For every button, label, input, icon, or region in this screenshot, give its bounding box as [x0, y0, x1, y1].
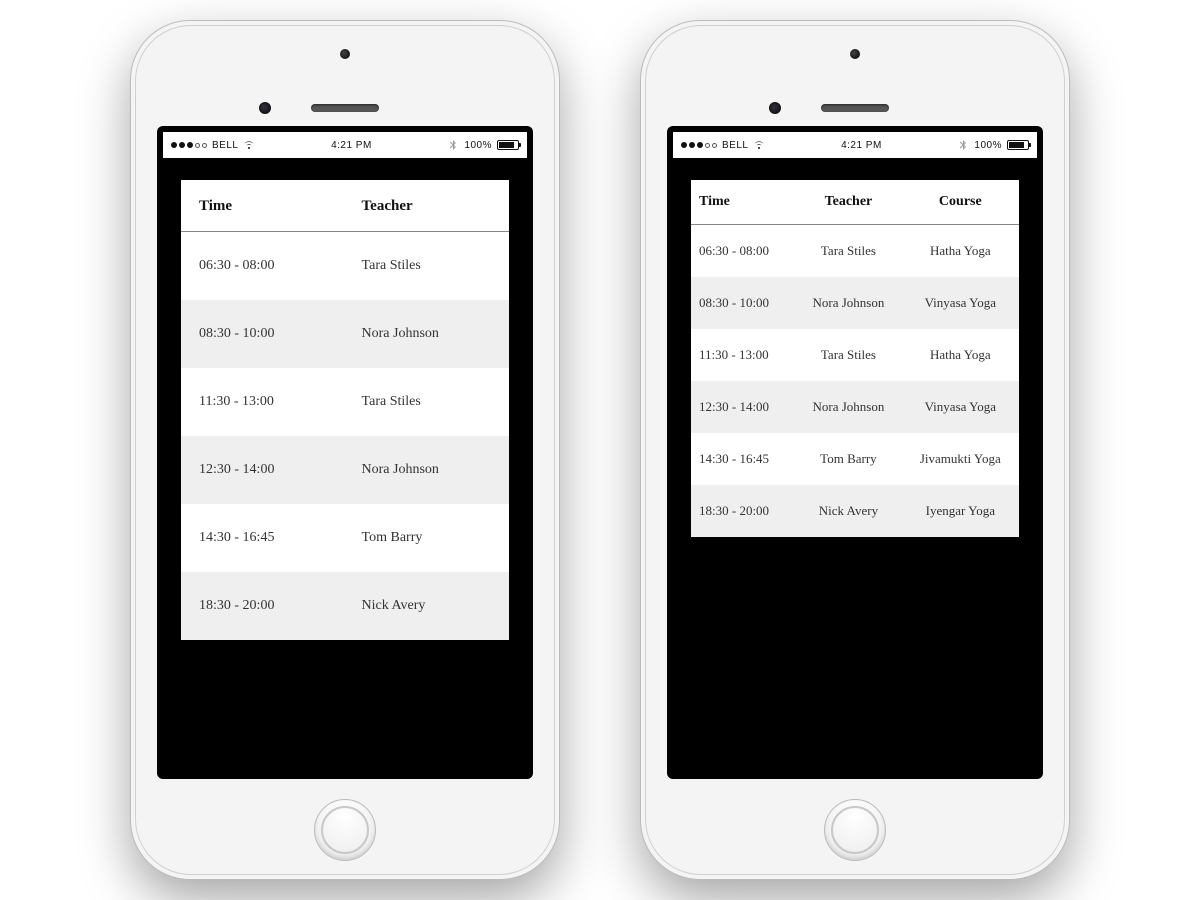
cell-course: Vinyasa Yoga [902, 277, 1019, 329]
signal-dots-icon [171, 142, 207, 148]
cell-time: 06:30 - 08:00 [691, 225, 795, 278]
cell-course: Hatha Yoga [902, 225, 1019, 278]
status-time: 4:21 PM [841, 140, 882, 151]
app-content: Time Teacher 06:30 - 08:00 Tara Stiles [163, 158, 527, 773]
table-row[interactable]: 11:30 - 13:00 Tara Stiles Hatha Yoga [691, 329, 1019, 381]
home-button[interactable] [824, 799, 886, 861]
cell-course: Hatha Yoga [902, 329, 1019, 381]
cell-teacher: Tara Stiles [795, 225, 901, 278]
schedule-table-card: Time Teacher Course 06:30 - 08:00 Tara S… [691, 180, 1019, 537]
table-row[interactable]: 08:30 - 10:00 Nora Johnson [181, 300, 509, 368]
table-row[interactable]: 14:30 - 16:45 Tom Barry [181, 504, 509, 572]
status-bar: BELL 4:21 PM 100% [163, 132, 527, 158]
status-time: 4:21 PM [331, 140, 372, 151]
cell-time: 11:30 - 13:00 [691, 329, 795, 381]
cell-teacher: Tara Stiles [795, 329, 901, 381]
carrier-label: BELL [212, 140, 238, 151]
schedule-table: Time Teacher 06:30 - 08:00 Tara Stiles [181, 180, 509, 640]
cell-teacher: Nora Johnson [344, 436, 509, 504]
table-row[interactable]: 06:30 - 08:00 Tara Stiles Hatha Yoga [691, 225, 1019, 278]
proximity-sensor [850, 49, 860, 59]
signal-dots-icon [681, 142, 717, 148]
cell-time: 06:30 - 08:00 [181, 232, 344, 301]
cell-time: 12:30 - 14:00 [691, 381, 795, 433]
cell-time: 18:30 - 20:00 [691, 485, 795, 537]
front-camera [259, 102, 271, 114]
table-row[interactable]: 06:30 - 08:00 Tara Stiles [181, 232, 509, 301]
table-header-row: Time Teacher Course [691, 180, 1019, 225]
cell-course: Vinyasa Yoga [902, 381, 1019, 433]
schedule-table-card: Time Teacher 06:30 - 08:00 Tara Stiles [181, 180, 509, 640]
battery-icon [1007, 140, 1029, 150]
carrier-label: BELL [722, 140, 748, 151]
phone-mockup-left: BELL 4:21 PM 100% [130, 20, 560, 880]
wifi-icon [753, 139, 765, 151]
cell-time: 08:30 - 10:00 [181, 300, 344, 368]
cell-time: 14:30 - 16:45 [691, 433, 795, 485]
cell-teacher: Tom Barry [795, 433, 901, 485]
phone-mockup-right: BELL 4:21 PM 100% [640, 20, 1070, 880]
cell-teacher: Tara Stiles [344, 368, 509, 436]
table-row[interactable]: 18:30 - 20:00 Nick Avery [181, 572, 509, 640]
home-button[interactable] [314, 799, 376, 861]
phone-top-hardware [641, 21, 1069, 126]
table-row[interactable]: 12:30 - 14:00 Nora Johnson Vinyasa Yoga [691, 381, 1019, 433]
cell-teacher: Tara Stiles [344, 232, 509, 301]
phone-top-hardware [131, 21, 559, 126]
cell-time: 11:30 - 13:00 [181, 368, 344, 436]
table-row[interactable]: 08:30 - 10:00 Nora Johnson Vinyasa Yoga [691, 277, 1019, 329]
app-content: Time Teacher Course 06:30 - 08:00 Tara S… [673, 158, 1037, 773]
front-camera [769, 102, 781, 114]
battery-pct: 100% [464, 140, 492, 151]
table-row[interactable]: 14:30 - 16:45 Tom Barry Jivamukti Yoga [691, 433, 1019, 485]
col-time: Time [691, 180, 795, 225]
cell-time: 12:30 - 14:00 [181, 436, 344, 504]
col-time: Time [181, 180, 344, 232]
battery-icon [497, 140, 519, 150]
schedule-table: Time Teacher Course 06:30 - 08:00 Tara S… [691, 180, 1019, 537]
table-row[interactable]: 12:30 - 14:00 Nora Johnson [181, 436, 509, 504]
col-teacher: Teacher [795, 180, 901, 225]
table-header-row: Time Teacher [181, 180, 509, 232]
cell-teacher: Nick Avery [795, 485, 901, 537]
table-row[interactable]: 18:30 - 20:00 Nick Avery Iyengar Yoga [691, 485, 1019, 537]
cell-time: 14:30 - 16:45 [181, 504, 344, 572]
col-course: Course [902, 180, 1019, 225]
cell-teacher: Nora Johnson [344, 300, 509, 368]
wifi-icon [243, 139, 255, 151]
status-bar: BELL 4:21 PM 100% [673, 132, 1037, 158]
table-row[interactable]: 11:30 - 13:00 Tara Stiles [181, 368, 509, 436]
cell-teacher: Nick Avery [344, 572, 509, 640]
bluetooth-icon [447, 139, 459, 151]
earpiece-speaker [821, 104, 889, 112]
cell-teacher: Nora Johnson [795, 277, 901, 329]
cell-teacher: Tom Barry [344, 504, 509, 572]
cell-time: 18:30 - 20:00 [181, 572, 344, 640]
proximity-sensor [340, 49, 350, 59]
cell-teacher: Nora Johnson [795, 381, 901, 433]
cell-course: Jivamukti Yoga [902, 433, 1019, 485]
col-teacher: Teacher [344, 180, 509, 232]
cell-course: Iyengar Yoga [902, 485, 1019, 537]
bluetooth-icon [957, 139, 969, 151]
earpiece-speaker [311, 104, 379, 112]
cell-time: 08:30 - 10:00 [691, 277, 795, 329]
battery-pct: 100% [974, 140, 1002, 151]
